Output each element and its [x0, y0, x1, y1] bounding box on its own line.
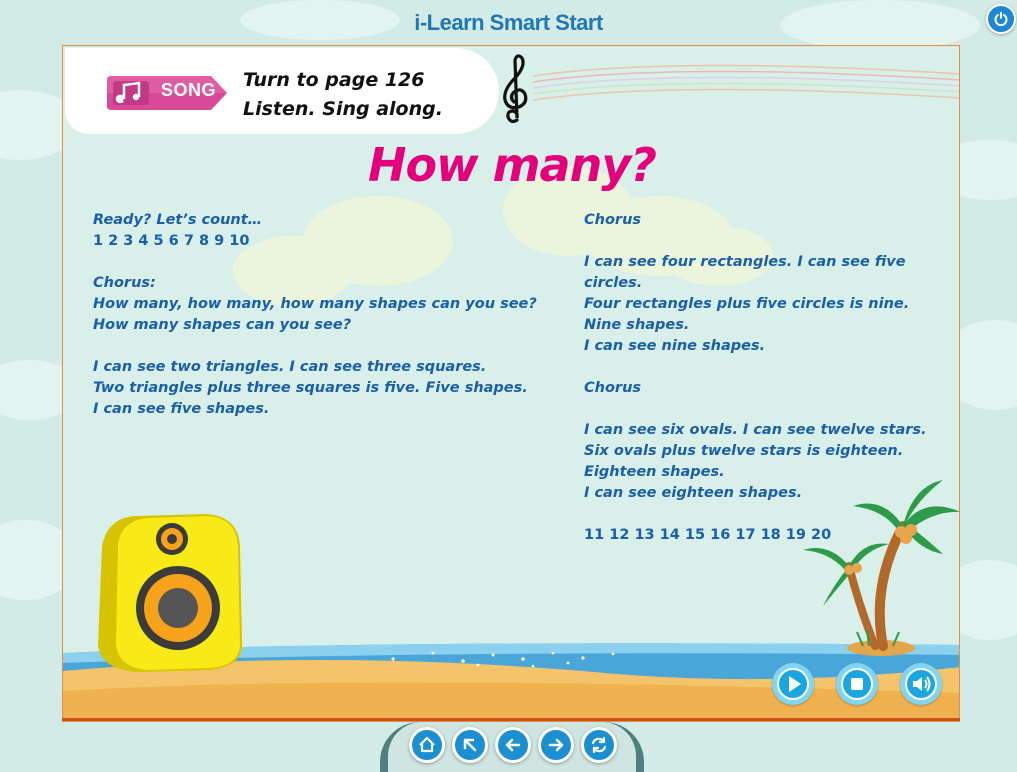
lyric-line: circles. — [584, 275, 643, 291]
song-title: How many? — [367, 138, 657, 192]
lyric-line: Chorus — [584, 380, 642, 396]
lyric-line: 1 2 3 4 5 6 7 8 9 10 — [93, 233, 250, 249]
lyric-line: Nine shapes. — [584, 317, 690, 333]
instructions: Turn to page 126 Listen. Sing along. — [243, 66, 443, 124]
menu-back-button[interactable] — [452, 727, 488, 763]
lyric-line — [93, 252, 537, 273]
lyrics-left-column: Ready? Let’s count… 1 2 3 4 5 6 7 8 9 10 C… — [93, 210, 537, 420]
music-staff — [533, 64, 959, 101]
lyric-line: Four rectangles plus five circles is nin… — [584, 296, 910, 312]
home-button[interactable] — [409, 727, 445, 763]
lyric-line: Chorus — [584, 212, 642, 228]
lyric-line: How many shapes can you see? — [93, 317, 352, 333]
lyric-line: Ready? Let’s count… — [93, 212, 263, 228]
lyric-line: Chorus: — [93, 275, 156, 291]
lyric-line: I can see two triangles. I can see three… — [93, 359, 487, 375]
next-button[interactable] — [538, 727, 574, 763]
lesson-frame: SONG Turn to page 126 Listen. Sing along… — [62, 45, 960, 722]
lyric-line: How many, how many, how many shapes can … — [93, 296, 537, 312]
volume-button[interactable] — [900, 663, 942, 705]
treble-clef-icon — [503, 54, 528, 124]
play-button[interactable] — [772, 663, 814, 705]
stop-icon — [851, 678, 863, 690]
frame-bottom-bar — [62, 718, 960, 721]
song-tag-label: SONG — [161, 80, 217, 100]
speaker-illustration — [98, 514, 242, 672]
header-banner: SONG Turn to page 126 Listen. Sing along… — [65, 48, 499, 134]
lyric-line: I can see six ovals. I can see twelve st… — [584, 422, 927, 438]
lyric-line — [93, 336, 537, 357]
lyric-line — [584, 231, 927, 252]
volume-icon — [913, 676, 931, 692]
back-arrow-icon — [505, 738, 521, 752]
lyric-line — [584, 357, 927, 378]
previous-button[interactable] — [495, 727, 531, 763]
home-icon — [419, 736, 435, 753]
lyric-line: Two triangles plus three squares is five… — [93, 380, 528, 396]
play-icon — [789, 676, 801, 692]
palm-trees-illustration — [803, 480, 959, 656]
lyric-line: Six ovals plus twelve stars is eighteen. — [584, 443, 904, 459]
lyric-line: I can see five shapes. — [93, 401, 270, 417]
lyric-line: I can see four rectangles. I can see fiv… — [584, 254, 906, 270]
lyric-line — [584, 399, 927, 420]
power-button[interactable] — [986, 4, 1016, 34]
refresh-icon — [591, 736, 607, 754]
lyric-line: I can see nine shapes. — [584, 338, 766, 354]
forward-arrow-icon — [548, 738, 564, 752]
refresh-button[interactable] — [581, 727, 617, 763]
stop-button[interactable] — [836, 663, 878, 705]
app-title: i-Learn Smart Start — [414, 10, 603, 35]
instruction-line1: Turn to page 126 — [243, 69, 425, 91]
power-icon — [994, 12, 1008, 26]
up-left-arrow-icon — [463, 738, 477, 752]
instruction-line2: Listen. Sing along. — [243, 98, 443, 120]
